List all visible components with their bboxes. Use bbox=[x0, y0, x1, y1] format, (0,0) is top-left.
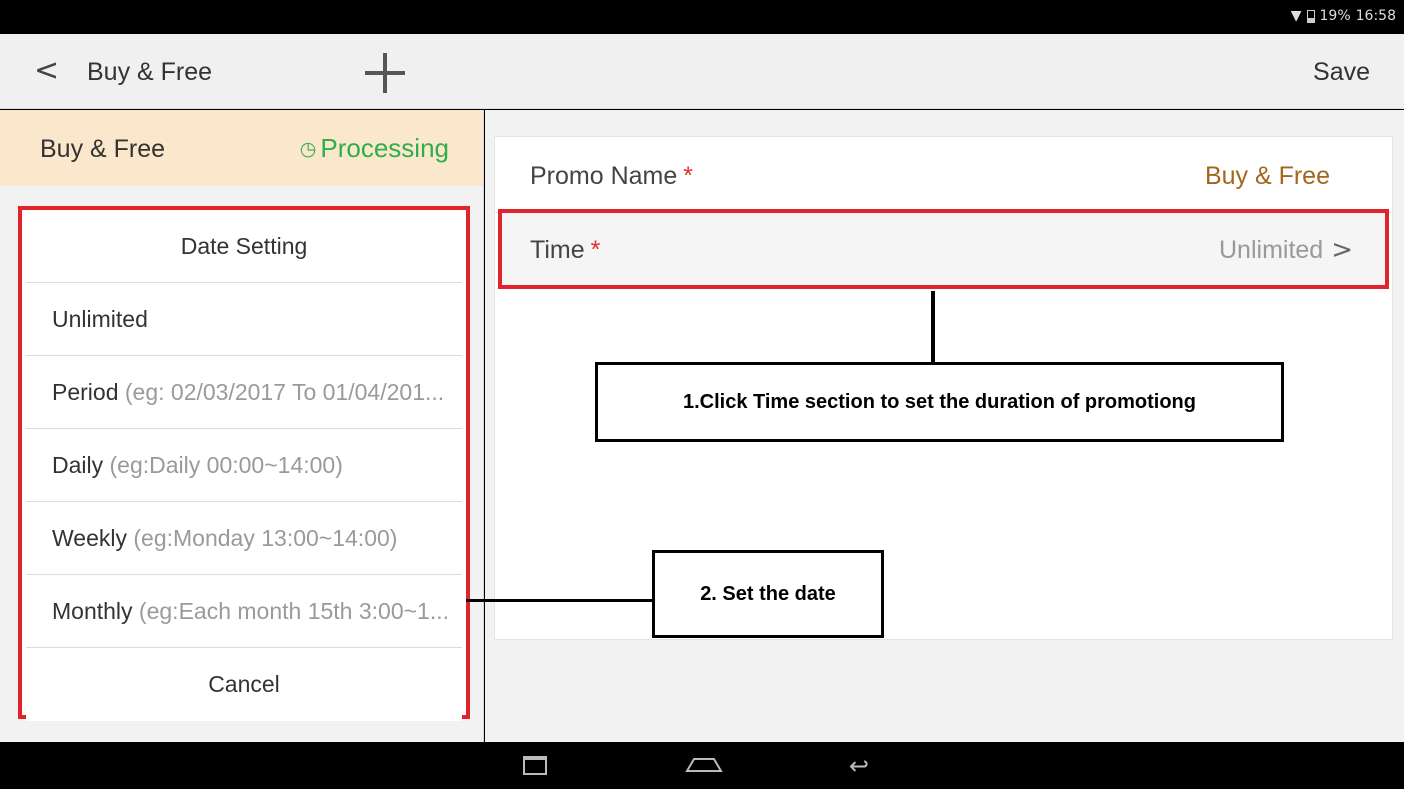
time-label: Time * bbox=[530, 236, 601, 264]
option-label: Daily bbox=[52, 452, 104, 478]
recent-apps-icon[interactable] bbox=[523, 756, 547, 775]
back-icon[interactable]: ↩ bbox=[849, 752, 869, 780]
option-period[interactable]: Period (eg: 02/03/2017 To 01/04/201... bbox=[26, 356, 462, 429]
status-badge: ◷ Processing bbox=[300, 133, 449, 164]
chevron-left-icon[interactable]: < bbox=[34, 56, 59, 86]
option-daily[interactable]: Daily (eg:Daily 00:00~14:00) bbox=[26, 429, 462, 502]
option-hint: (eg:Monday 13:00~14:00) bbox=[127, 525, 398, 551]
time-value: Unlimited > bbox=[1219, 235, 1353, 265]
status-text: Processing bbox=[320, 133, 449, 163]
annotation-step-2: 2. Set the date bbox=[652, 550, 884, 638]
promo-list-panel: Buy & Free ◷ Processing Date Setting Unli… bbox=[0, 110, 484, 742]
option-unlimited[interactable]: Unlimited bbox=[26, 283, 462, 356]
required-mark: * bbox=[590, 236, 601, 264]
option-label: Weekly bbox=[52, 525, 127, 551]
annotation-connector bbox=[931, 291, 935, 363]
option-hint: (eg: 02/03/2017 To 01/04/201... bbox=[118, 379, 445, 405]
system-nav-bar: ↩ bbox=[0, 742, 1404, 789]
option-label: Unlimited bbox=[52, 306, 148, 332]
promo-list-item[interactable]: Buy & Free ◷ Processing bbox=[0, 110, 483, 186]
promo-item-name: Buy & Free bbox=[40, 135, 166, 163]
status-bar: ▼ 19% 16:58 bbox=[0, 0, 1404, 34]
promo-name-label: Promo Name * bbox=[530, 162, 693, 190]
chevron-right-icon: > bbox=[1331, 235, 1353, 265]
date-setting-dialog: Date Setting Unlimited Period (eg: 02/03… bbox=[18, 206, 470, 721]
promo-name-row[interactable]: Promo Name * Buy & Free bbox=[495, 137, 1392, 213]
plus-icon[interactable] bbox=[365, 53, 405, 93]
wifi-icon: ▼ bbox=[1290, 8, 1302, 24]
option-weekly[interactable]: Weekly (eg:Monday 13:00~14:00) bbox=[26, 502, 462, 575]
option-hint: (eg:Daily 00:00~14:00) bbox=[103, 452, 343, 478]
app-bar: < Buy & Free Save bbox=[0, 34, 1404, 109]
option-monthly[interactable]: Monthly (eg:Each month 15th 3:00~1... bbox=[26, 575, 462, 648]
time-row[interactable]: Time * Unlimited > bbox=[498, 209, 1389, 289]
annotation-connector bbox=[466, 599, 652, 602]
page-title: Buy & Free bbox=[87, 58, 213, 86]
dialog-title: Date Setting bbox=[26, 210, 462, 283]
battery-level: 19% bbox=[1319, 8, 1351, 24]
status-indicators: ▼ 19% 16:58 bbox=[1291, 8, 1396, 24]
promo-name-value: Buy & Free bbox=[1204, 162, 1330, 190]
required-mark: * bbox=[683, 162, 693, 190]
cancel-button[interactable]: Cancel bbox=[26, 648, 462, 721]
option-label: Period bbox=[52, 379, 119, 405]
annotation-step-1: 1.Click Time section to set the duration… bbox=[595, 362, 1284, 442]
home-icon[interactable] bbox=[685, 757, 723, 773]
clock-time: 16:58 bbox=[1355, 8, 1396, 24]
battery-icon bbox=[1306, 9, 1315, 23]
option-label: Monthly bbox=[52, 598, 133, 624]
save-button[interactable]: Save bbox=[1313, 58, 1370, 87]
option-hint: (eg:Each month 15th 3:00~1... bbox=[132, 598, 450, 624]
clock-icon: ◷ bbox=[299, 138, 317, 160]
